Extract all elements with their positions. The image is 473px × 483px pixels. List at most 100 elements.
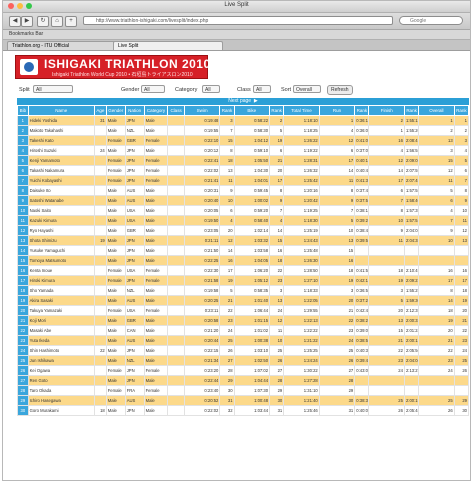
table-row[interactable]: 9 Satoshi Watanabe Male AUS Male 0:20:40 10 1:0…: [17, 195, 470, 206]
column-header[interactable]: Total Time: [283, 105, 320, 116]
table-cell[interactable]: Yuta Ikeda: [27, 335, 95, 346]
table-cell[interactable]: Tomoya Matsumoto: [27, 255, 95, 266]
table-row[interactable]: 13 Shota Shimizu 19 Male JPN Male 0:21:11 12 1:0…: [17, 235, 470, 246]
table-cell[interactable]: Kenta Inoue: [27, 265, 95, 276]
column-header[interactable]: Run: [318, 105, 356, 116]
back-arrow-icon[interactable]: ◀: [9, 16, 21, 27]
table-row[interactable]: 27 Ren Goto Male JPN Male 0:22:44 29 1:04:44 28 1…: [17, 375, 470, 386]
table-row[interactable]: 18 Sho Yamada Male NZL Male 0:19:58 5 0:58:35 3 1…: [17, 285, 470, 296]
table-cell: 20: [418, 325, 455, 336]
table-cell[interactable]: Ichiro Hasegawa: [27, 395, 95, 406]
column-header[interactable]: Overall: [418, 105, 455, 116]
sort-select[interactable]: Overall: [293, 85, 321, 93]
table-row[interactable]: 4 Hiroshi Suzuki 24 Male JPN Male 0:20:12 8 0:59…: [17, 145, 470, 156]
table-row[interactable]: 11 Kazuki Kimura Male USA Male 0:19:50 4 0:58:4…: [17, 215, 470, 226]
column-header[interactable]: Age: [93, 105, 107, 116]
add-bookmark-icon[interactable]: +: [65, 16, 77, 27]
column-header[interactable]: Swim: [183, 105, 221, 116]
gender-select[interactable]: All: [141, 85, 165, 93]
column-header[interactable]: Name: [27, 105, 95, 116]
table-cell[interactable]: Hiroki Kimura: [27, 275, 95, 286]
table-row[interactable]: 22 Masaki Abe Male CAN Male 0:21:20 24 1:01:02 1…: [17, 325, 470, 336]
table-cell[interactable]: Masaki Abe: [27, 325, 95, 336]
table-row[interactable]: 3 Takeshi Kato Female GBR Female 0:22:10 15 1:0…: [17, 135, 470, 146]
table-row[interactable]: 14 Yusuke Yamaguchi Male JPN Male 0:21:50 14 1:…: [17, 245, 470, 256]
table-cell[interactable]: Hiroshi Suzuki: [27, 145, 95, 156]
table-cell[interactable]: Naoki Saito: [27, 205, 95, 216]
column-header[interactable]: Class: [167, 105, 185, 116]
table-cell[interactable]: Goro Murakami: [27, 405, 95, 416]
table-row[interactable]: 23 Yuta Ikeda Male AUS Male 0:20:44 25 1:00:38 1…: [17, 335, 470, 346]
table-row[interactable]: 8 Daisuke Ito Male AUS Male 0:20:31 9 0:59:45 8 1…: [17, 185, 470, 196]
table-row[interactable]: 26 Kei Ogawa Female JPN Female 0:23:20 28 1:07:…: [17, 365, 470, 376]
table-cell[interactable]: Taro Okada: [27, 385, 95, 396]
table-row[interactable]: 7 Yuichi Kobayashi Female JPN Female 0:21:41 1…: [17, 175, 470, 186]
table-row[interactable]: 24 Shin Hashimoto 22 Male JPN Male 0:22:15 26 1:…: [17, 345, 470, 356]
category-select[interactable]: All: [202, 85, 220, 93]
home-icon[interactable]: ⌂: [51, 16, 63, 27]
table-cell[interactable]: Ren Goto: [27, 375, 95, 386]
table-cell[interactable]: Daisuke Ito: [27, 185, 95, 196]
table-row[interactable]: 15 Tomoya Matsumoto Male JPN Male 0:22:25 16 1:…: [17, 255, 470, 266]
column-header[interactable]: Rank: [269, 105, 285, 116]
table-cell[interactable]: Takashi Nakamura: [27, 165, 95, 176]
table-row[interactable]: 2 Makoto Takahashi Male NZL Male 0:19:55 7 0:58…: [17, 125, 470, 136]
table-cell[interactable]: Yuichi Kobayashi: [27, 175, 95, 186]
column-header[interactable]: Gender: [105, 105, 126, 116]
column-header[interactable]: Rank: [354, 105, 370, 116]
table-row[interactable]: 6 Takashi Nakamura Female JPN Female 0:22:02 1…: [17, 165, 470, 176]
next-page-link[interactable]: Next page: [228, 98, 251, 104]
table-row[interactable]: 20 Takuya Yamazaki Female USA Female 0:23:11 2…: [17, 305, 470, 316]
table-cell[interactable]: Koji Mori: [27, 315, 95, 326]
column-header[interactable]: Nation: [124, 105, 145, 116]
table-row[interactable]: 19 Akira Sasaki Male AUS Male 0:20:25 21 1:01:4…: [17, 295, 470, 306]
table-row[interactable]: 17 Hiroki Kimura Female JPN Female 0:21:58 19 1…: [17, 275, 470, 286]
table-cell[interactable]: Takuya Yamazaki: [27, 305, 95, 316]
column-header[interactable]: Rank: [219, 105, 235, 116]
table-cell[interactable]: Satoshi Watanabe: [27, 195, 95, 206]
table-row[interactable]: 30 Goro Murakami 18 Male JPN Male 0:22:02 32 1:0…: [17, 405, 470, 416]
table-cell[interactable]: Makoto Takahashi: [27, 125, 95, 136]
table-row[interactable]: 21 Koji Mori Male GBR Male 0:20:58 23 1:01:15 12…: [17, 315, 470, 326]
tab-triathlon-org[interactable]: Triathlon.org - ITU Official: [7, 41, 117, 50]
search-field[interactable]: Google: [399, 16, 463, 25]
table-cell[interactable]: Kei Ogawa: [27, 365, 95, 376]
table-cell[interactable]: Kazuki Kimura: [27, 215, 95, 226]
table-cell: 23: [219, 315, 235, 326]
column-header[interactable]: Finish: [368, 105, 405, 116]
table-row[interactable]: 16 Kenta Inoue Female USA Female 0:22:30 17 1:0…: [17, 265, 470, 276]
table-row[interactable]: 12 Ryo Hayashi Male GBR Male 0:23:05 20 1:02:14…: [17, 225, 470, 236]
table-cell[interactable]: Akira Sasaki: [27, 295, 95, 306]
table-cell[interactable]: Hideki Yoshida: [27, 115, 95, 126]
column-header[interactable]: Category: [143, 105, 169, 116]
table-row[interactable]: 25 Jun Ishikawa Male NZL Male 0:21:34 27 1:02:5…: [17, 355, 470, 366]
table-row[interactable]: 29 Ichiro Hasegawa Male AUS Male 0:20:52 31 1:0…: [17, 395, 470, 406]
table-row[interactable]: 5 Kenji Yamamoto Female JPN Female 0:22:41 18 1…: [17, 155, 470, 166]
class-select[interactable]: All: [253, 85, 271, 93]
table-cell[interactable]: Shota Shimizu: [27, 235, 95, 246]
table-row[interactable]: 10 Naoki Saito Male USA Male 0:20:05 6 0:59:20 7…: [17, 205, 470, 216]
table-row[interactable]: 1 Hideki Yoshida 31 Male JPN Male 0:19:48 3 0:58…: [17, 115, 470, 126]
table-row[interactable]: 28 Taro Okada Female FRA Female 0:23:40 30 1:07…: [17, 385, 470, 396]
split-select[interactable]: All: [33, 85, 73, 93]
table-cell: 0:42:40: [354, 305, 370, 316]
column-header[interactable]: Rank: [453, 105, 470, 116]
table-cell[interactable]: Kenji Yamamoto: [27, 155, 95, 166]
table-cell[interactable]: Jun Ishikawa: [27, 355, 95, 366]
table-cell[interactable]: Sho Yamada: [27, 285, 95, 296]
next-page-icon[interactable]: ▶: [252, 98, 258, 104]
reload-icon[interactable]: ↻: [37, 16, 49, 27]
address-bar[interactable]: http://www.triathlon-ishigaki.com/livesp…: [83, 16, 393, 25]
table-cell[interactable]: Yusuke Yamaguchi: [27, 245, 95, 256]
column-header[interactable]: Bib: [17, 105, 29, 116]
table-cell[interactable]: Shin Hashimoto: [27, 345, 95, 356]
table-cell[interactable]: Ryo Hayashi: [27, 225, 95, 236]
tab-live-split[interactable]: Live Split: [113, 41, 223, 50]
column-header[interactable]: Rank: [403, 105, 420, 116]
table-cell: 2:00:12: [403, 335, 420, 346]
refresh-button[interactable]: Refresh: [327, 85, 353, 95]
column-header[interactable]: Bike: [233, 105, 271, 116]
bookmarks-bar[interactable]: Bookmarks Bar: [3, 30, 470, 40]
forward-arrow-icon[interactable]: ▶: [21, 16, 33, 27]
table-cell[interactable]: Takeshi Kato: [27, 135, 95, 146]
